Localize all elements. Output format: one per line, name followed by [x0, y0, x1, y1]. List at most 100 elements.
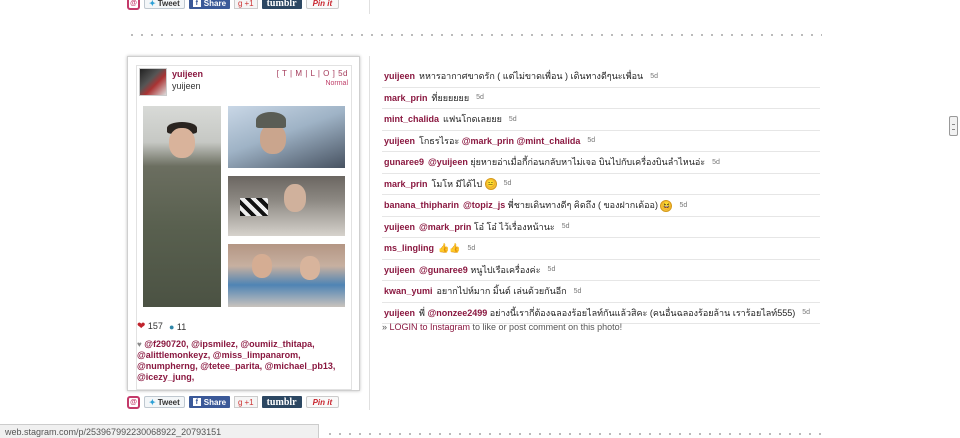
- comment-username[interactable]: mint_chalida: [384, 114, 439, 124]
- comment-mention[interactable]: @mark_prin: [419, 222, 471, 232]
- gplus-icon: g: [238, 0, 243, 8]
- tumblr-button[interactable]: tumblr: [261, 396, 302, 408]
- comment-username[interactable]: ms_lingling: [384, 243, 434, 253]
- comment-age: 5d: [679, 201, 688, 209]
- comment-text: @topiz_js พี่ชายเดินทางดีๆ คิดถึง ( ของฝ…: [463, 199, 673, 212]
- likes-row: ❤ 157 ● 11: [137, 321, 186, 332]
- post-inner: yuijeen yuijeen [ T | M | L | O ] 5d Nor…: [136, 65, 352, 390]
- size-links[interactable]: [ T | M | L | O ] 5d: [277, 69, 348, 78]
- share-row-bottom: @ ✦ Tweet f Share g +1 tumblr Pin it: [127, 395, 340, 409]
- comment-username[interactable]: yuijeen: [384, 222, 415, 232]
- stagram-icon[interactable]: @: [127, 0, 140, 10]
- pinit-button[interactable]: Pin it: [305, 396, 340, 408]
- comment-username[interactable]: yuijeen: [384, 265, 415, 275]
- comment-text: @mark_prin โอ๋ โอ๋ ไว้เรื่องหน้านะ: [419, 221, 555, 232]
- comment-text: @gunaree9 หนูไปเรือเครื่องค่ะ: [419, 264, 541, 275]
- comment-row: kwan_yumi อยากไปห์มาก มิ้นต์ เล่นด้วยกันอ…: [382, 281, 820, 303]
- emoji-icon: 😆: [660, 199, 673, 212]
- likes-count: 157: [147, 321, 163, 331]
- login-prompt: » LOGIN to Instagram to like or post com…: [382, 322, 623, 332]
- avatar[interactable]: [139, 68, 167, 96]
- comments-group[interactable]: ● 11: [169, 322, 186, 332]
- facebook-share-button[interactable]: f Share: [188, 396, 231, 408]
- facebook-icon: f: [192, 398, 201, 406]
- comment-row: banana_thipharin @topiz_js พี่ชายเดินทางด…: [382, 195, 820, 217]
- comment-text: โกธรไรอะ @mark_prin @mint_chalida: [419, 135, 581, 146]
- comment-age: 5d: [587, 137, 596, 145]
- comment-username[interactable]: mark_prin: [384, 93, 428, 103]
- gplus-icon: g: [238, 397, 243, 407]
- comment-username[interactable]: yuijeen: [384, 308, 415, 318]
- comment-text: หหารอากาศขาดรัก ( แต่ไม่ขาดเพื่อน ) เดิน…: [419, 71, 644, 82]
- photo-4[interactable]: [228, 244, 345, 307]
- comment-row: mark_prin โมโห มีได้ไป 😑 5d: [382, 174, 820, 195]
- comment-row: yuijeen @gunaree9 หนูไปเรือเครื่องค่ะ 5d: [382, 260, 820, 281]
- comment-age: 5d: [508, 115, 517, 123]
- comment-text: ที่ยยยยยย: [431, 92, 470, 103]
- comment-age: 5d: [573, 287, 582, 295]
- twitter-bird-icon: ✦: [149, 0, 156, 8]
- post-card: yuijeen yuijeen [ T | M | L | O ] 5d Nor…: [127, 56, 360, 391]
- photo-2[interactable]: [228, 106, 345, 168]
- share-row-top: @ ✦ Tweet f Share g +1 tumblr Pin it: [127, 0, 340, 10]
- thumbs-up-icon: 👍👍: [438, 242, 461, 253]
- comment-row: ms_lingling 👍👍 5d: [382, 238, 820, 260]
- scrollbar-thumb[interactable]: [949, 116, 958, 136]
- comment-age: 5d: [476, 94, 484, 102]
- comments-count: 11: [176, 321, 187, 332]
- login-link[interactable]: LOGIN to Instagram: [390, 322, 471, 332]
- photo-3[interactable]: [228, 176, 345, 236]
- comment-text: @yuijeen ยุ่ยหายอ่าเมื่อกี้ก่อนกลับหาไม่…: [428, 157, 706, 168]
- status-bar: web.stagram.com/p/253967992230068922_207…: [0, 424, 319, 438]
- comment-username[interactable]: kwan_yumi: [384, 286, 433, 296]
- stagram-icon[interactable]: @: [127, 395, 140, 409]
- filter-label: Normal: [325, 80, 348, 87]
- comment-bubble-icon: ●: [168, 321, 175, 332]
- likers-list: ♥ @f290720, @ipsmilez, @oumiiz_thitapa, …: [137, 339, 336, 382]
- comment-age: 5d: [547, 266, 556, 274]
- twitter-bird-icon: ✦: [149, 397, 156, 407]
- photo-main[interactable]: [143, 106, 221, 307]
- comment-text: 👍👍: [438, 243, 460, 254]
- pinit-button[interactable]: Pin it: [305, 0, 340, 9]
- dotted-separator-bottom: [325, 433, 822, 435]
- tumblr-button[interactable]: tumblr: [261, 0, 302, 9]
- comment-age: 5d: [503, 180, 512, 188]
- small-heart-icon: ♥: [137, 340, 142, 349]
- comment-username[interactable]: mark_prin: [384, 179, 428, 189]
- facebook-share-button[interactable]: f Share: [188, 0, 231, 9]
- gplus-button[interactable]: g +1: [234, 396, 258, 408]
- comment-row: yuijeen โกธรไรอะ @mark_prin @mint_chalida…: [382, 131, 820, 152]
- comment-username[interactable]: yuijeen: [384, 71, 415, 81]
- emoji-icon: 😑: [484, 178, 497, 191]
- comment-row: yuijeen หหารอากาศขาดรัก ( แต่ไม่ขาดเพื่อน…: [382, 66, 820, 88]
- comment-age: 5d: [467, 244, 476, 252]
- comment-mention[interactable]: @topiz_js: [463, 200, 505, 210]
- comment-mention[interactable]: @yuijeen: [428, 157, 468, 167]
- comment-text: พี่ @nonzee2499 อย่างนี้เรากี่ต้องฉลองร้…: [419, 307, 796, 318]
- gplus-button[interactable]: g +1: [234, 0, 258, 9]
- scrollbar[interactable]: [948, 0, 960, 438]
- comment-age: 5d: [561, 223, 570, 231]
- divider-main: [369, 56, 370, 410]
- comment-age: 5d: [712, 158, 720, 166]
- post-username[interactable]: yuijeen: [172, 69, 203, 79]
- comment-row: mark_prin ที่ยยยยยย 5d: [382, 88, 820, 109]
- comment-text: แฟนโกดเลยยย: [443, 114, 502, 125]
- comment-username[interactable]: yuijeen: [384, 136, 415, 146]
- comment-mention[interactable]: @nonzee2499: [427, 308, 487, 318]
- likes-group[interactable]: ❤ 157: [137, 321, 163, 332]
- post-fullname: yuijeen: [172, 81, 201, 91]
- comment-mention[interactable]: @mark_prin @mint_chalida: [462, 136, 581, 146]
- comments-list: yuijeen หหารอากาศขาดรัก ( แต่ไม่ขาดเพื่อน…: [382, 66, 820, 324]
- comment-text: อยากไปห์มาก มิ้นต์ เล่นด้วยกันอีก: [436, 286, 567, 297]
- comment-age: 5d: [650, 72, 658, 80]
- comment-username[interactable]: banana_thipharin: [384, 200, 459, 210]
- comment-row: yuijeen @mark_prin โอ๋ โอ๋ ไว้เรื่องหน้าน…: [382, 217, 820, 238]
- divider-top: [369, 0, 370, 14]
- tweet-button[interactable]: ✦ Tweet: [144, 0, 185, 9]
- comment-username[interactable]: gunaree9: [384, 157, 424, 167]
- tweet-button[interactable]: ✦ Tweet: [144, 396, 185, 408]
- comment-mention[interactable]: @gunaree9: [419, 265, 468, 275]
- comment-row: gunaree9 @yuijeen ยุ่ยหายอ่าเมื่อกี้ก่อนก…: [382, 152, 820, 174]
